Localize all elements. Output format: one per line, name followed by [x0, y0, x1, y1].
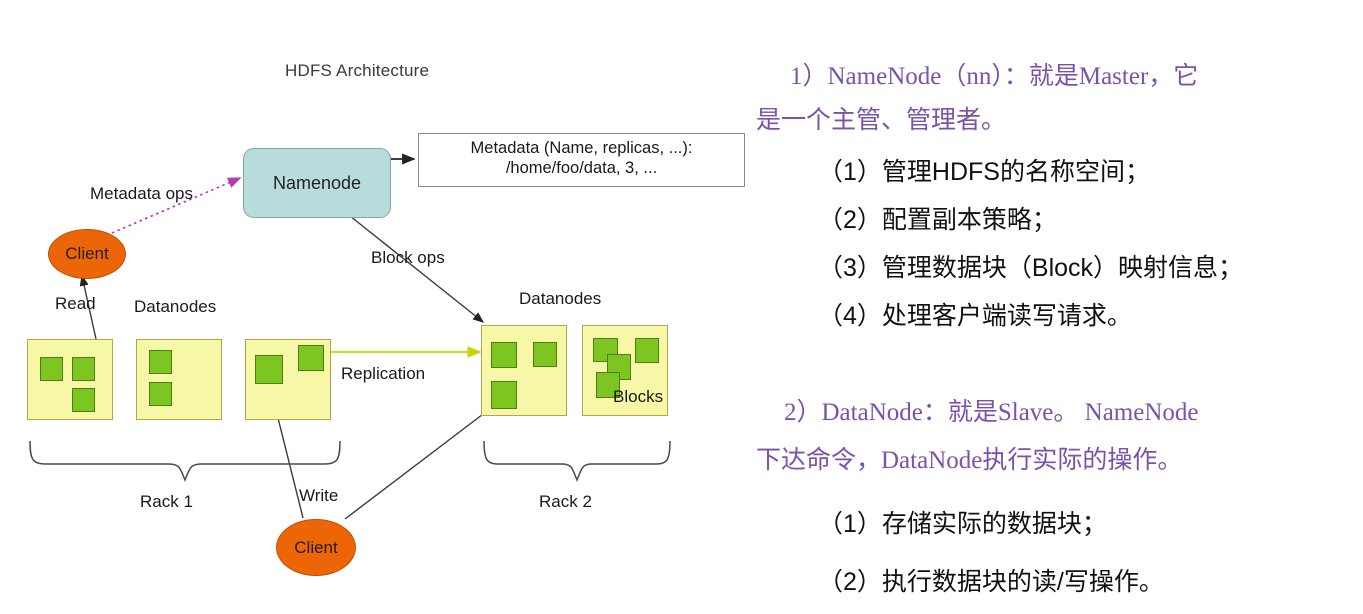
- block: [149, 350, 172, 374]
- rack2-brace: [483, 440, 671, 482]
- rack1-brace: [29, 440, 341, 482]
- label-datanodes-right: Datanodes: [519, 289, 602, 308]
- arrow-write-replica: [344, 404, 497, 520]
- label-blocks: Blocks: [613, 387, 664, 406]
- block: [72, 388, 95, 412]
- label-rack-1: Rack 1: [140, 492, 193, 511]
- namenode-label: Namenode: [272, 172, 362, 193]
- datanode-rack1-1[interactable]: [27, 339, 113, 420]
- note-line-8: 下达命令，DataNode执行实际的操作。: [756, 447, 1183, 474]
- label-replication: Replication: [341, 364, 426, 383]
- note-line-1: 1）NameNode（nn）：就是Master，它: [790, 63, 1199, 90]
- page-title: HDFS Architecture: [285, 61, 430, 80]
- label-write: Write: [299, 486, 339, 505]
- metadata-box: Metadata (Name, replicas, ...): /home/fo…: [418, 133, 745, 187]
- note-line-5: （3）管理数据块（Block）映射信息；: [818, 254, 1244, 282]
- label-read: Read: [55, 294, 96, 313]
- note-line-7: 2）DataNode：就是Slave。 NameNode: [784, 399, 1199, 426]
- label-block-ops: Block ops: [371, 248, 445, 267]
- client-node-read[interactable]: Client: [48, 229, 126, 279]
- namenode-box[interactable]: Namenode: [243, 148, 391, 218]
- arrow-block-ops: [349, 215, 485, 323]
- client-node-write[interactable]: Client: [276, 519, 356, 576]
- datanode-rack2-1[interactable]: [481, 325, 567, 416]
- datanode-rack1-3[interactable]: [245, 339, 331, 420]
- block: [298, 345, 324, 371]
- block: [40, 357, 63, 381]
- note-line-9: （1）存储实际的数据块；: [818, 510, 1107, 538]
- block: [72, 357, 95, 381]
- label-datanodes-left: Datanodes: [134, 297, 217, 316]
- label-rack-2: Rack 2: [539, 492, 592, 511]
- client-write-label: Client: [294, 537, 338, 557]
- note-line-4: （2）配置副本策略；: [818, 206, 1057, 234]
- diagram-connectors: [29, 153, 671, 520]
- notes-panel: 1）NameNode（nn）：就是Master，它是一个主管、管理者。 （1）管理…: [756, 0, 1363, 614]
- block: [255, 355, 283, 384]
- metadata-line-1: Metadata (Name, replicas, ...):: [470, 139, 693, 157]
- block: [491, 381, 517, 409]
- block: [533, 342, 557, 367]
- note-line-3: （1）管理HDFS的名称空间；: [818, 158, 1150, 186]
- datanode-rack1-2[interactable]: [136, 339, 222, 420]
- client-read-label: Client: [65, 244, 109, 263]
- note-line-10: （2）执行数据块的读/写操作。: [818, 568, 1164, 596]
- label-metadata-ops: Metadata ops: [90, 184, 194, 203]
- block: [149, 382, 172, 406]
- metadata-line-2: /home/foo/data, 3, ...: [505, 159, 658, 178]
- block: [635, 338, 659, 363]
- hdfs-architecture-diagram: HDFS Architecture Namenode Metadata (Nam…: [0, 0, 760, 614]
- block: [491, 342, 517, 368]
- note-line-6: （4）处理客户端读写请求。: [818, 302, 1132, 330]
- note-line-2: 是一个主管、管理者。: [756, 107, 1007, 134]
